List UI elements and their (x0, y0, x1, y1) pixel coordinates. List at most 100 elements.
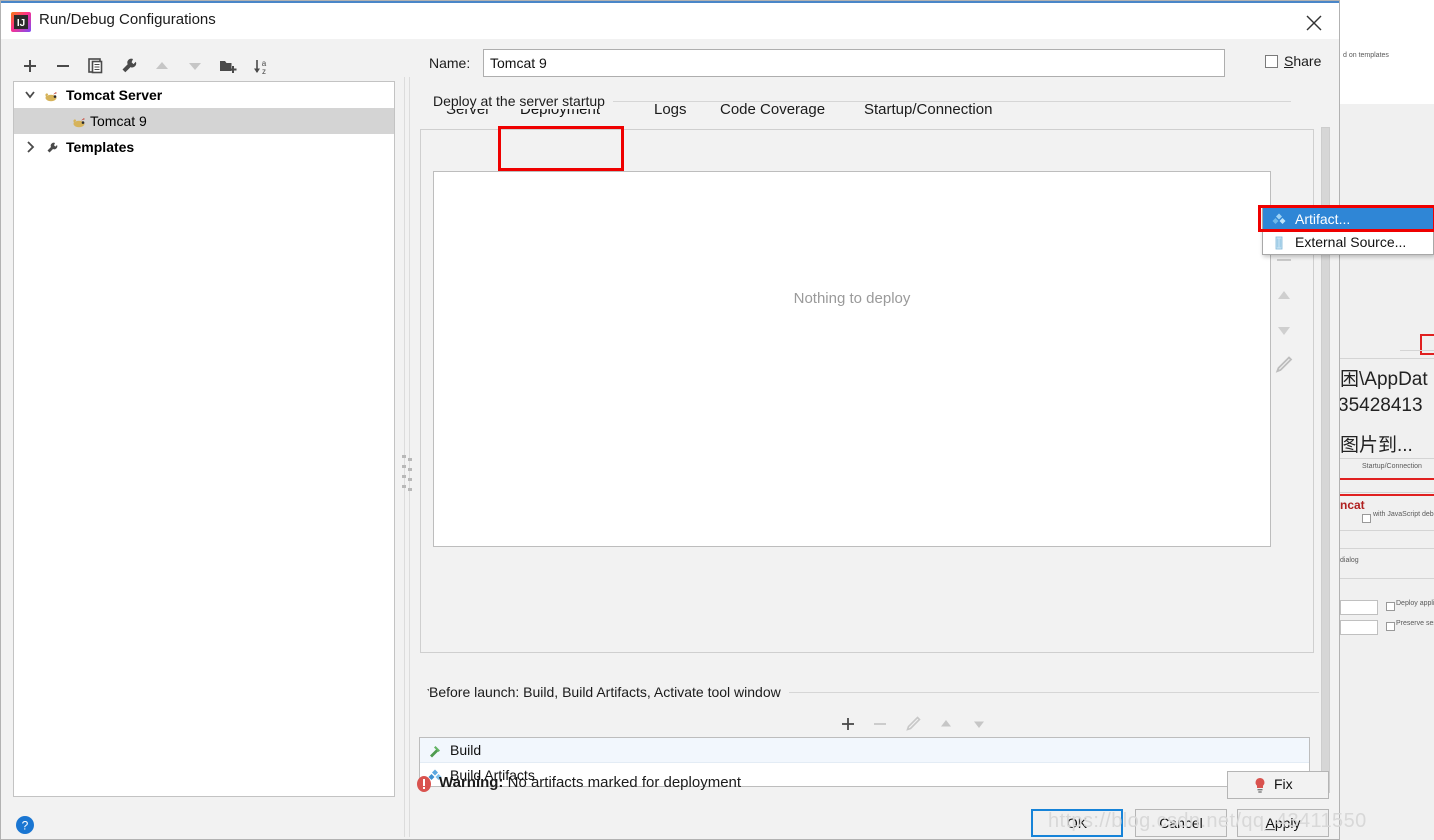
apply-rest: pply (1274, 815, 1301, 831)
panel-splitter[interactable] (400, 77, 414, 837)
tree-item-label: Tomcat 9 (90, 113, 147, 129)
background-divider-f (1340, 548, 1434, 549)
move-into-folder-button[interactable] (215, 53, 241, 79)
move-down-deployment-button[interactable] (1269, 315, 1299, 345)
name-label: Name: (429, 55, 471, 71)
move-task-down-button[interactable] (966, 711, 992, 737)
tomcat-icon (44, 87, 60, 103)
edit-task-button[interactable] (900, 711, 926, 737)
apply-mnemonic: A (1265, 815, 1275, 831)
configurations-tree[interactable]: Tomcat Server Tomcat 9 Templates (13, 81, 395, 797)
background-text-8: Deploy applica (1396, 600, 1434, 607)
close-icon[interactable] (1293, 7, 1333, 37)
deploy-group-title: Deploy at the server startup (433, 93, 613, 109)
tree-item-templates[interactable]: Templates (14, 134, 394, 160)
svg-text:IJ: IJ (17, 18, 25, 29)
dialog-action-buttons: OK Cancel Apply (1031, 809, 1331, 837)
svg-text:?: ? (22, 819, 29, 833)
background-divider-e (1340, 530, 1434, 531)
popup-item-artifact-highlight (1258, 205, 1434, 232)
wrench-icon (44, 139, 60, 155)
edit-deployment-button[interactable] (1269, 349, 1299, 379)
tree-item-tomcat-9[interactable]: Tomcat 9 (14, 108, 394, 134)
edit-templates-button[interactable] (116, 53, 142, 79)
chevron-right-icon[interactable] (22, 134, 38, 160)
add-configuration-button[interactable] (17, 53, 43, 79)
tree-item-tomcat-server[interactable]: Tomcat Server (14, 82, 394, 108)
popup-item-label: External Source... (1295, 234, 1407, 250)
dialog-title: Run/Debug Configurations (39, 11, 216, 28)
chevron-down-icon[interactable] (22, 82, 38, 108)
popup-item-external-source[interactable]: External Source... (1263, 231, 1433, 254)
warning-message: No artifacts marked for deployment (507, 774, 742, 791)
background-divider-d (1340, 492, 1434, 493)
background-divider-c (1340, 458, 1434, 459)
background-checkbox-3 (1386, 622, 1395, 631)
move-down-button[interactable] (182, 53, 208, 79)
tab-startup-connection[interactable]: Startup/Connection (864, 91, 992, 129)
before-launch-task-build[interactable]: Build (420, 738, 1309, 763)
fix-bulb-icon (1252, 777, 1268, 794)
background-field-1 (1340, 600, 1378, 615)
run-debug-configurations-dialog: IJ Run/Debug Configurations a z Tomcat S… (0, 0, 1340, 840)
before-launch-toolbar (835, 707, 1015, 737)
background-divider-g (1340, 578, 1434, 579)
background-text-1: 困\AppDat (1340, 369, 1428, 390)
before-launch-header: Before launch: Build, Build Artifacts, A… (429, 684, 789, 700)
background-text-6: with JavaScript debugger (1373, 511, 1434, 518)
warning-text: Warning: No artifacts marked for deploym… (439, 774, 741, 791)
fix-button-label: Fix (1274, 776, 1293, 792)
background-redbox (1420, 334, 1434, 355)
dialog-titlebar: IJ Run/Debug Configurations (1, 3, 1339, 39)
tomcat-icon (72, 113, 88, 129)
background-divider-a (1400, 350, 1434, 351)
remove-configuration-button[interactable] (50, 53, 76, 79)
apply-button[interactable]: Apply (1237, 809, 1329, 837)
deployment-list[interactable]: Nothing to deploy (433, 171, 1271, 547)
remove-task-button[interactable] (867, 711, 893, 737)
background-field-2 (1340, 620, 1378, 635)
background-text-0: d on templates (1343, 52, 1389, 59)
warning-bar: Warning: No artifacts marked for deploym… (415, 771, 1339, 803)
intellij-idea-icon: IJ (11, 12, 31, 32)
copy-configuration-button[interactable] (83, 53, 109, 79)
background-text-5: ncat (1340, 498, 1365, 512)
warning-prefix: Warning: (439, 774, 504, 791)
background-checkbox-2 (1386, 602, 1395, 611)
build-hammer-icon (427, 742, 443, 758)
share-label: hare (1293, 53, 1322, 69)
svg-text:z: z (262, 67, 266, 76)
move-up-deployment-button[interactable] (1269, 281, 1299, 311)
background-text-3: 图片到... (1340, 435, 1413, 456)
deployment-empty-text: Nothing to deploy (793, 290, 911, 307)
share-checkbox[interactable]: Share (1265, 53, 1321, 69)
dialog-body: a z Tomcat Server Tomcat 9 Templates Nam… (1, 39, 1339, 837)
fix-button[interactable]: Fix (1227, 771, 1329, 799)
cancel-button[interactable]: Cancel (1135, 809, 1227, 837)
background-redline-2 (1340, 494, 1434, 496)
background-divider-b (1340, 358, 1434, 359)
deployment-tab-highlight (498, 126, 624, 171)
help-icon[interactable]: ? (15, 815, 35, 835)
warning-icon (415, 775, 433, 793)
configurations-toolbar: a z (13, 49, 395, 83)
task-label: Build (450, 742, 482, 758)
name-input[interactable] (483, 49, 1225, 77)
tab-logs[interactable]: Logs (654, 91, 687, 129)
background-text-7: dialog (1340, 557, 1359, 564)
move-task-up-button[interactable] (933, 711, 959, 737)
background-checkbox-1 (1362, 514, 1371, 523)
background-text-4: Startup/Connection (1362, 463, 1422, 470)
move-up-button[interactable] (149, 53, 175, 79)
tab-code-coverage[interactable]: Code Coverage (720, 91, 825, 129)
background-redline-1 (1340, 478, 1434, 480)
share-label-underline: S (1284, 53, 1294, 69)
splitter-grip[interactable] (402, 455, 412, 497)
share-checkbox-box[interactable] (1265, 55, 1278, 68)
sort-alphabetically-button[interactable]: a z (248, 53, 274, 79)
ok-button[interactable]: OK (1031, 809, 1123, 837)
tree-item-label: Tomcat Server (66, 87, 163, 103)
add-task-button[interactable] (835, 711, 861, 737)
background-text-2: 35428413 (1338, 395, 1423, 416)
tree-item-label: Templates (66, 139, 135, 155)
